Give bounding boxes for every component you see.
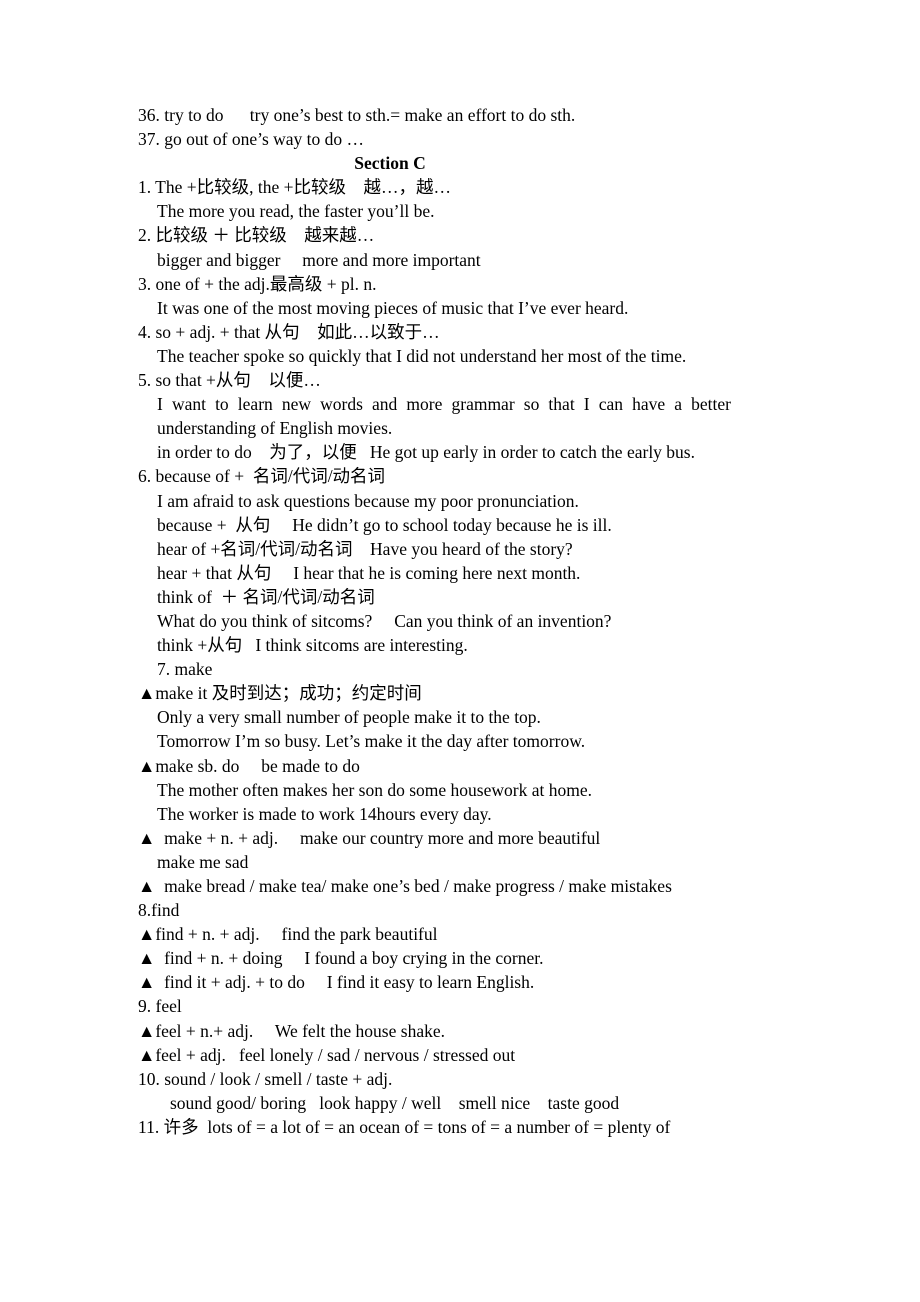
text-line: 1. The +比较级, the +比较级 越…，越… bbox=[138, 177, 452, 198]
text-line-bullet: ▲ make bread / make tea/ make one’s bed … bbox=[138, 876, 672, 896]
text-line: bigger and bigger more and more importan… bbox=[157, 249, 481, 270]
text-line-bullet: ▲find + n. + adj. find the park beautifu… bbox=[138, 924, 438, 945]
lines-block-top: 36. try to do try one’s best to sth.= ma… bbox=[138, 103, 712, 151]
text-line: Only a very small number of people make … bbox=[157, 707, 541, 728]
text-line-bullet: ▲feel + n.+ adj. We felt the house shake… bbox=[138, 1020, 445, 1041]
text-line: Tomorrow I’m so busy. Let’s make it the … bbox=[157, 731, 586, 752]
text-line: hear of +名词/代词/动名词 Have you heard of the… bbox=[157, 538, 573, 559]
lines-block-body: 1. The +比较级, the +比较级 越…，越… The more you… bbox=[138, 175, 731, 1139]
text-line: It was one of the most moving pieces of … bbox=[157, 297, 629, 318]
text-line: think +从句 I think sitcoms are interestin… bbox=[157, 635, 468, 656]
text-line: 11. 许多 lots of = a lot of = an ocean of … bbox=[138, 1116, 671, 1137]
text-line: in order to do 为了，以便 He got up early in … bbox=[157, 442, 695, 463]
document-page: 36. try to do try one’s best to sth.= ma… bbox=[0, 0, 920, 1302]
text-line: hear + that 从句 I hear that he is coming … bbox=[157, 562, 581, 583]
text-line: The mother often makes her son do some h… bbox=[157, 779, 592, 800]
text-line: 7. make bbox=[157, 659, 213, 680]
text-line: think of ＋ 名词/代词/动名词 bbox=[157, 586, 375, 607]
text-line: 6. because of + 名词/代词/动名词 bbox=[138, 466, 386, 487]
text-line: 8.find bbox=[138, 900, 180, 921]
text-line-justified: I want to learn new words and more gramm… bbox=[157, 394, 731, 439]
text-line: 5. so that +从句 以便… bbox=[138, 370, 321, 391]
text-line-bullet: ▲ find it + adj. + to do I find it easy … bbox=[138, 972, 535, 993]
text-line-bullet: ▲ make + n. + adj. make our country more… bbox=[138, 827, 601, 848]
text-line: because + 从句 He didn’t go to school toda… bbox=[157, 514, 612, 535]
text-line-bullet: ▲make sb. do be made to do bbox=[138, 755, 360, 776]
text-line: I am afraid to ask questions because my … bbox=[157, 490, 579, 511]
text-line: 37. go out of one’s way to do … bbox=[138, 129, 365, 150]
text-line: 10. sound / look / smell / taste + adj. bbox=[138, 1068, 393, 1089]
text-line: 36. try to do try one’s best to sth.= ma… bbox=[138, 105, 576, 125]
text-line: 9. feel bbox=[138, 996, 182, 1017]
text-line: The worker is made to work 14hours every… bbox=[157, 803, 492, 824]
text-line: 4. so + adj. + that 从句 如此…以致于… bbox=[138, 321, 440, 342]
text-line: 3. one of + the adj.最高级 + pl. n. bbox=[138, 273, 377, 294]
text-line-bullet: ▲ find + n. + doing I found a boy crying… bbox=[138, 948, 544, 969]
text-line-bullet: ▲make it 及时到达；成功；约定时间 bbox=[138, 683, 422, 704]
text-line: The more you read, the faster you’ll be. bbox=[157, 201, 435, 222]
section-heading: Section C bbox=[354, 153, 426, 174]
text-line: make me sad bbox=[157, 851, 249, 872]
text-line: What do you think of sitcoms? Can you th… bbox=[157, 610, 612, 631]
text-line: sound good/ boring look happy / well sme… bbox=[170, 1092, 620, 1113]
text-line-bullet: ▲feel + adj. feel lonely / sad / nervous… bbox=[138, 1044, 516, 1065]
text-line: The teacher spoke so quickly that I did … bbox=[157, 345, 687, 366]
text-line: 2. 比较级 ＋ 比较级 越来越… bbox=[138, 225, 375, 246]
